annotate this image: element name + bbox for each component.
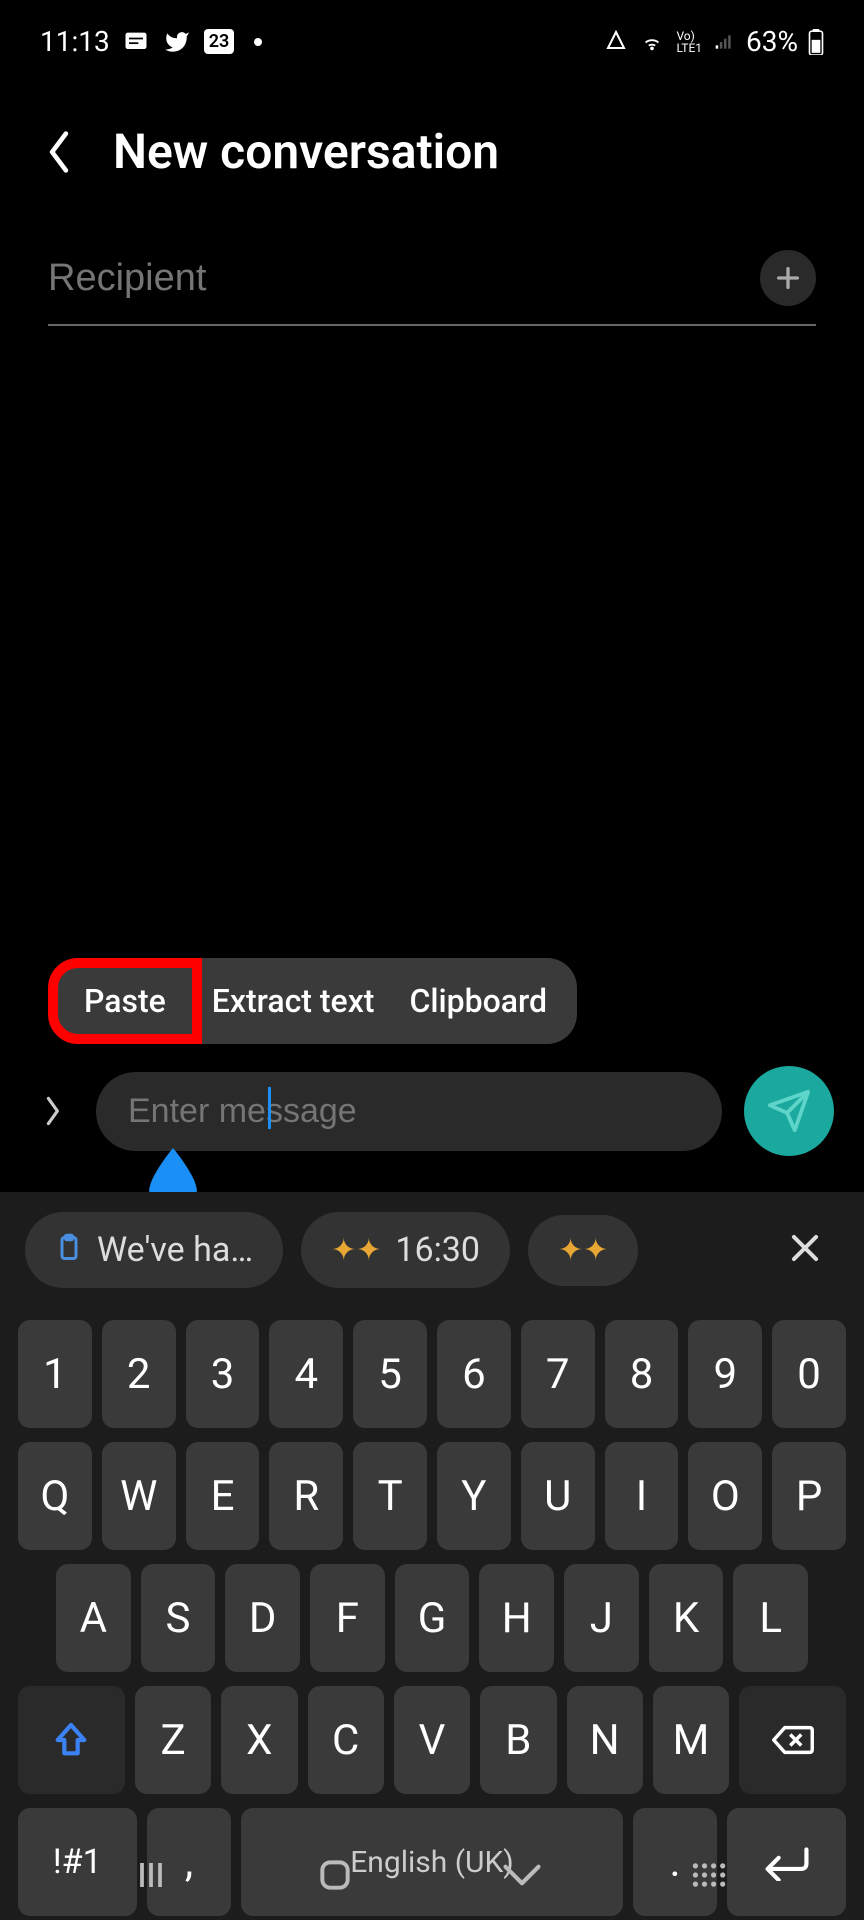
key-a[interactable]: A: [56, 1564, 131, 1672]
key-c[interactable]: C: [308, 1686, 384, 1794]
expand-button[interactable]: [30, 1093, 74, 1129]
key-t[interactable]: T: [353, 1442, 427, 1550]
key-8[interactable]: 8: [605, 1320, 679, 1428]
nav-back-button[interactable]: [500, 1861, 544, 1889]
notification-dot-icon: [254, 38, 262, 46]
status-bar: 11:13 23 Vo)LTE1 63%: [0, 0, 864, 73]
key-e[interactable]: E: [186, 1442, 260, 1550]
keyboard-row-q: Q W E R T Y U I O P: [18, 1442, 846, 1550]
nav-recents-button[interactable]: [133, 1857, 169, 1893]
back-button[interactable]: [45, 129, 73, 175]
key-b[interactable]: B: [480, 1686, 556, 1794]
key-i[interactable]: I: [605, 1442, 679, 1550]
suggestion-2-text: 16:30: [395, 1230, 480, 1270]
key-o[interactable]: O: [688, 1442, 762, 1550]
paste-button[interactable]: Paste: [84, 982, 166, 1020]
volte-icon: Vo)LTE1: [676, 30, 702, 54]
suggestion-1-text: We've ha…: [97, 1230, 253, 1270]
keyboard: We've ha… ✦✦ 16:30 ✦✦ 1 2 3 4 5 6 7 8 9 …: [0, 1192, 864, 1920]
key-m[interactable]: M: [653, 1686, 729, 1794]
recipient-input[interactable]: [48, 257, 760, 300]
key-4[interactable]: 4: [269, 1320, 343, 1428]
key-u[interactable]: U: [521, 1442, 595, 1550]
extract-text-button[interactable]: Extract text: [212, 982, 375, 1020]
key-x[interactable]: X: [221, 1686, 297, 1794]
key-3[interactable]: 3: [186, 1320, 260, 1428]
message-input-row: [0, 1066, 864, 1156]
key-v[interactable]: V: [394, 1686, 470, 1794]
keyboard-row-numbers: 1 2 3 4 5 6 7 8 9 0: [18, 1320, 846, 1428]
nav-keyboard-button[interactable]: [691, 1862, 731, 1888]
key-0[interactable]: 0: [772, 1320, 846, 1428]
page-title: New conversation: [113, 123, 499, 180]
battery-icon: [808, 29, 824, 55]
key-z[interactable]: Z: [135, 1686, 211, 1794]
sparkle-icon: ✦✦: [558, 1233, 608, 1268]
key-2[interactable]: 2: [102, 1320, 176, 1428]
suggestion-chip-3[interactable]: ✦✦: [528, 1215, 638, 1286]
key-f[interactable]: F: [310, 1564, 385, 1672]
key-1[interactable]: 1: [18, 1320, 92, 1428]
key-p[interactable]: P: [772, 1442, 846, 1550]
key-backspace[interactable]: [739, 1686, 846, 1794]
suggestion-chip-1[interactable]: We've ha…: [25, 1212, 283, 1288]
clipboard-button[interactable]: Clipboard: [409, 982, 547, 1020]
key-h[interactable]: H: [479, 1564, 554, 1672]
recycle-icon: [604, 30, 628, 54]
message-input[interactable]: [128, 1092, 690, 1131]
clipboard-icon: [55, 1232, 83, 1268]
key-l[interactable]: L: [733, 1564, 808, 1672]
keyboard-row-a: A S D F G H J K L: [18, 1564, 846, 1672]
key-9[interactable]: 9: [688, 1320, 762, 1428]
navigation-bar: [0, 1830, 864, 1920]
twitter-icon: [162, 29, 192, 55]
message-input-container[interactable]: [96, 1072, 722, 1151]
key-6[interactable]: 6: [437, 1320, 511, 1428]
key-r[interactable]: R: [269, 1442, 343, 1550]
app-header: New conversation: [0, 73, 864, 220]
key-s[interactable]: S: [141, 1564, 216, 1672]
key-j[interactable]: J: [564, 1564, 639, 1672]
send-button[interactable]: [744, 1066, 834, 1156]
suggestion-row: We've ha… ✦✦ 16:30 ✦✦: [0, 1192, 864, 1308]
suggestion-chip-2[interactable]: ✦✦ 16:30: [301, 1212, 510, 1288]
sparkle-icon: ✦✦: [331, 1233, 381, 1268]
key-shift[interactable]: [18, 1686, 125, 1794]
recipient-row: [48, 250, 816, 326]
keyboard-row-z: Z X C V B N M: [18, 1686, 846, 1794]
wifi-icon: [638, 31, 666, 53]
add-recipient-button[interactable]: [760, 250, 816, 306]
key-7[interactable]: 7: [521, 1320, 595, 1428]
key-5[interactable]: 5: [353, 1320, 427, 1428]
highlight-annotation: Paste: [48, 958, 202, 1044]
key-n[interactable]: N: [567, 1686, 643, 1794]
key-q[interactable]: Q: [18, 1442, 92, 1550]
key-d[interactable]: D: [225, 1564, 300, 1672]
text-cursor: [268, 1087, 271, 1129]
key-w[interactable]: W: [102, 1442, 176, 1550]
signal-icon: [712, 32, 736, 52]
battery-percent: 63%: [746, 25, 798, 58]
key-k[interactable]: K: [649, 1564, 724, 1672]
key-g[interactable]: G: [395, 1564, 470, 1672]
nav-home-button[interactable]: [316, 1856, 354, 1894]
close-suggestions-button[interactable]: [771, 1229, 839, 1271]
context-menu: Paste Extract text Clipboard: [48, 958, 577, 1044]
key-y[interactable]: Y: [437, 1442, 511, 1550]
calendar-badge-icon: 23: [204, 29, 235, 54]
status-time: 11:13: [40, 25, 110, 58]
message-notification-icon: [122, 28, 150, 56]
